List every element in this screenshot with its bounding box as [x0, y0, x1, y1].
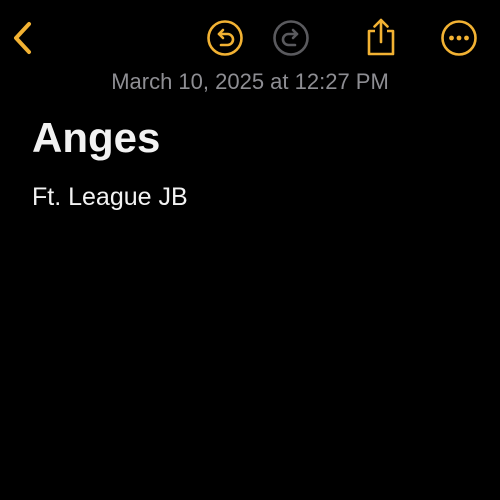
note-title[interactable]: Anges — [32, 112, 472, 164]
note-toolbar — [0, 0, 500, 76]
undo-icon — [206, 19, 244, 57]
ellipsis-circle-icon — [440, 19, 478, 57]
redo-icon — [272, 19, 310, 57]
undo-button[interactable] — [205, 18, 245, 58]
note-date: March 10, 2025 at 12:27 PM — [111, 69, 389, 94]
note-body[interactable]: Ft. League JB — [32, 180, 472, 214]
more-button[interactable] — [439, 18, 479, 58]
share-icon — [364, 17, 398, 57]
chevron-left-icon — [10, 20, 34, 56]
share-button[interactable] — [361, 16, 401, 58]
redo-button[interactable] — [271, 18, 311, 58]
back-button[interactable] — [6, 18, 38, 58]
